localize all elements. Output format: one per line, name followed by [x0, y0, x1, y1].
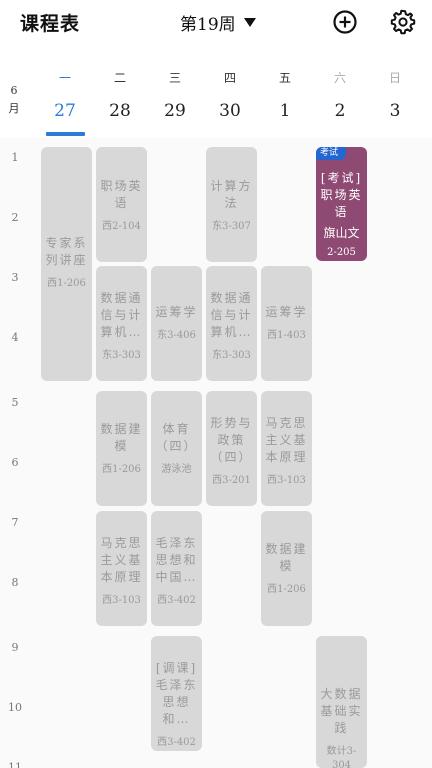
- date-label: 2: [334, 101, 346, 121]
- course-name: 马克思主义基本原理: [265, 416, 308, 464]
- period-label: 3: [11, 271, 19, 284]
- course-name: 数据建模: [265, 542, 308, 573]
- gear-icon[interactable]: [390, 9, 416, 35]
- course-card[interactable]: 马克思主义基本原理 西3-103: [261, 391, 312, 506]
- course-card[interactable]: 职场英语 西2-104: [96, 147, 147, 262]
- course-name: 形势与政策（四）: [210, 416, 253, 464]
- course-room: 西1-206: [102, 464, 141, 475]
- course-name: 数据通信与计算机…: [100, 291, 143, 339]
- course-card[interactable]: 数据建模 西1-206: [261, 511, 312, 626]
- period-label: 9: [11, 641, 19, 654]
- day-column-sun[interactable]: 日 3: [368, 44, 422, 138]
- course-card[interactable]: 计算方法 东3-307: [206, 147, 257, 262]
- course-card[interactable]: 大数据基础实践 数计3-304: [316, 636, 367, 768]
- course-card[interactable]: 运筹学 西1-403: [261, 266, 312, 381]
- date-label: 29: [164, 101, 186, 121]
- course-room: 东3-303: [102, 350, 141, 361]
- day-column-mon[interactable]: 一 27: [38, 44, 92, 138]
- course-room: 西3-103: [102, 595, 141, 606]
- course-room: 东3-303: [212, 350, 251, 361]
- course-room: 西1-403: [267, 330, 306, 341]
- period-label: 1: [11, 151, 19, 164]
- course-name: 大数据基础实践: [320, 687, 363, 735]
- course-name: 毛泽东思想和中国…: [155, 536, 198, 584]
- course-name: 运筹学: [155, 305, 198, 319]
- course-name: 数据建模: [100, 422, 143, 453]
- course-card[interactable]: 数据通信与计算机… 东3-303: [96, 266, 147, 381]
- course-name: 马克思主义基本原理: [100, 536, 143, 584]
- course-name: 体育（四）: [155, 422, 198, 453]
- weekday-label: 五: [278, 71, 291, 85]
- today-indicator: [46, 132, 85, 136]
- course-room: 西3-402: [157, 595, 196, 606]
- app-header: 课程表 第19周: [0, 0, 432, 44]
- app-title: 课程表: [20, 13, 81, 35]
- course-card[interactable]: [调课]毛泽东思想和… 西3-402: [151, 636, 202, 751]
- day-column-thu[interactable]: 四 30: [203, 44, 257, 138]
- course-name: 专家系列讲座: [45, 236, 88, 267]
- course-room: 西3-201: [212, 475, 251, 486]
- exam-badge: 考试: [316, 147, 347, 160]
- course-card[interactable]: 运筹学 东3-406: [151, 266, 202, 381]
- course-name: [调课]毛泽东思想和…: [155, 661, 198, 726]
- course-room: 西2-104: [102, 221, 141, 232]
- weekday-label: 四: [223, 71, 236, 85]
- course-card[interactable]: 毛泽东思想和中国… 西3-402: [151, 511, 202, 626]
- date-label: 27: [54, 101, 76, 121]
- course-card[interactable]: 马克思主义基本原理 西3-103: [96, 511, 147, 626]
- week-selector[interactable]: 第19周: [180, 10, 256, 35]
- course-room: 西1-206: [267, 584, 306, 595]
- course-card[interactable]: 专家系列讲座 西1-206: [41, 147, 92, 381]
- period-label: 10: [8, 701, 22, 714]
- course-room: 西1-206: [47, 278, 86, 289]
- weekday-label: 一: [58, 71, 71, 85]
- period-label: 7: [11, 516, 19, 529]
- course-card[interactable]: 数据建模 西1-206: [96, 391, 147, 506]
- triangle-down-icon: [243, 18, 256, 27]
- course-room: 西3-402: [157, 737, 196, 748]
- course-name: 数据通信与计算机…: [210, 291, 253, 339]
- day-column-fri[interactable]: 五 1: [258, 44, 312, 138]
- course-name: 运筹学: [265, 305, 308, 319]
- period-label: 6: [11, 456, 19, 469]
- course-room: 西3-103: [267, 475, 306, 486]
- weekday-label: 日: [388, 71, 401, 85]
- course-card[interactable]: 体育（四） 游泳池: [151, 391, 202, 506]
- weekday-label: 三: [168, 71, 181, 85]
- period-label: 5: [11, 396, 19, 409]
- course-card[interactable]: 形势与政策（四） 西3-201: [206, 391, 257, 506]
- week-label: 第19周: [180, 15, 236, 35]
- course-room: 东3-307: [212, 221, 251, 232]
- month-label: 6月: [8, 84, 20, 115]
- weekday-label: 六: [333, 71, 346, 85]
- day-column-wed[interactable]: 三 29: [148, 44, 202, 138]
- date-label: 1: [279, 101, 291, 121]
- period-label: 11: [8, 761, 22, 768]
- course-name: 计算方法: [210, 179, 253, 210]
- period-label: 2: [11, 211, 19, 224]
- course-name: [考试]职场英语: [320, 171, 363, 219]
- date-label: 30: [219, 101, 241, 121]
- course-room: 东3-406: [157, 330, 196, 341]
- course-room: 2-205: [327, 247, 356, 258]
- day-column-tue[interactable]: 二 28: [93, 44, 147, 138]
- course-room: 数计3-304: [326, 746, 357, 768]
- period-label: 4: [11, 331, 19, 344]
- exam-course-card[interactable]: 考试 [考试]职场英语 旗山文 2-205: [316, 147, 367, 261]
- course-name: 职场英语: [100, 179, 143, 210]
- date-label: 28: [109, 101, 131, 121]
- timetable-grid: 1 2 3 4 5 6 7 8 9 10 11 专家系列讲座 西1-206 数据…: [0, 138, 432, 768]
- date-label: 3: [389, 101, 401, 121]
- course-card[interactable]: 数据通信与计算机… 东3-303: [206, 266, 257, 381]
- course-teacher: 旗山文: [323, 226, 360, 240]
- plus-circle-icon[interactable]: [332, 9, 358, 35]
- weekday-label: 二: [113, 71, 126, 85]
- period-label: 8: [11, 576, 19, 589]
- week-day-header: 6月 一 27 二 28 三 29 四 30 五 1 六 2 日 3: [0, 44, 432, 138]
- day-column-sat[interactable]: 六 2: [313, 44, 367, 138]
- course-room: 游泳池: [161, 464, 192, 475]
